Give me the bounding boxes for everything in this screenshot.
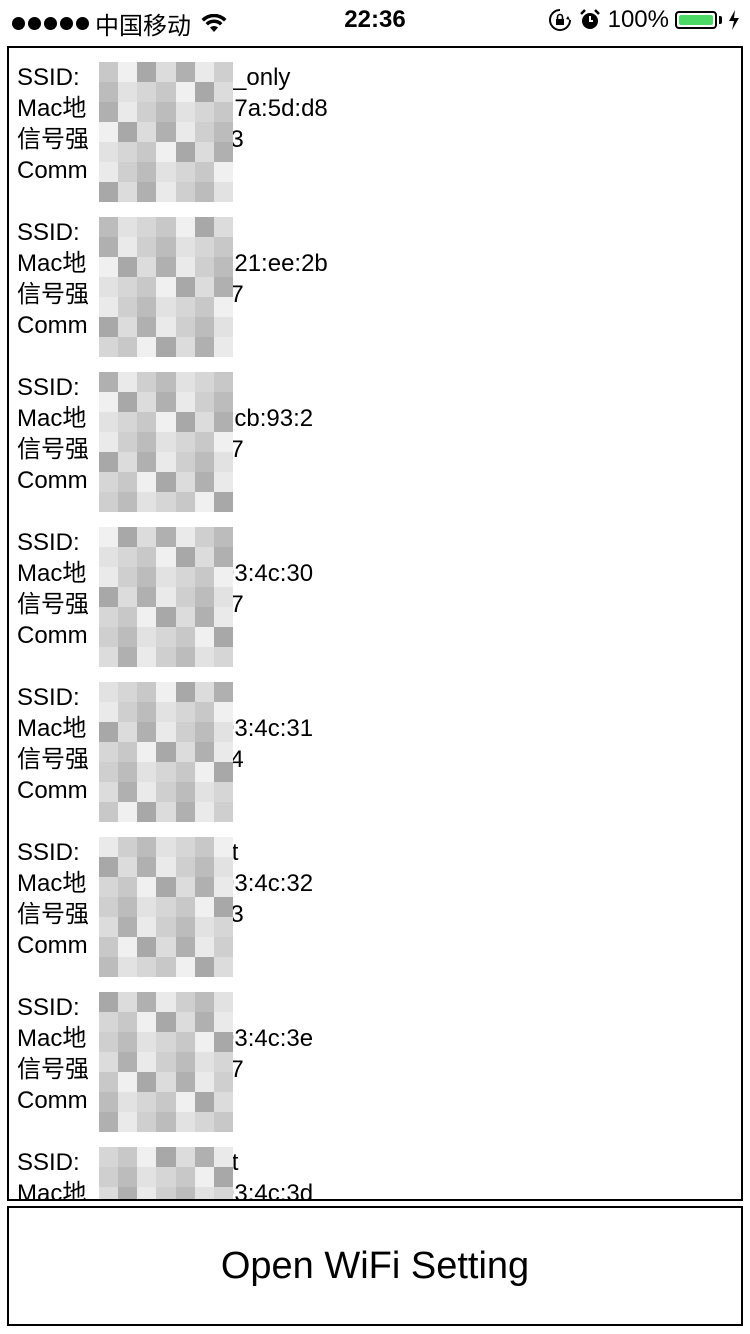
comment-line-label: Comm <box>17 1087 88 1114</box>
signal-line-label: 信号强 <box>17 281 89 308</box>
comment-line-label: Comm <box>17 467 88 494</box>
redaction-mosaic <box>99 527 233 667</box>
wifi-list[interactable]: SSID:5_onlyMac地0:7a:5d:d8信号强43CommSSID:M… <box>7 46 743 1201</box>
mac-line-label: Mac地 <box>17 1180 87 1201</box>
comment-line-label: Comm <box>17 932 88 959</box>
mac-line-label: Mac地 <box>17 870 87 897</box>
battery-percent: 100% <box>607 6 669 33</box>
battery-icon <box>675 11 717 29</box>
redaction-mosaic <box>99 372 233 512</box>
list-item: SSID:stMac地:93:4c:3d <box>17 1147 313 1201</box>
comment-line-label: Comm <box>17 622 88 649</box>
list-item: SSID:5_onlyMac地0:7a:5d:d8信号强43Comm <box>17 62 328 202</box>
comment-line-label: Comm <box>17 777 88 804</box>
ssid-line-label: SSID: <box>17 839 80 866</box>
ssid-line-label: SSID: <box>17 1149 80 1176</box>
mac-line-label: Mac地 <box>17 405 87 432</box>
list-item: SSID:stMac地:93:4c:32信号强33Comm <box>17 837 313 977</box>
comment-line-label: Comm <box>17 157 88 184</box>
open-wifi-setting-button[interactable]: Open WiFi Setting <box>7 1206 743 1326</box>
list-item: SSID:Mac地9:21:ee:2b信号强57Comm <box>17 217 328 357</box>
signal-line-label: 信号强 <box>17 436 89 463</box>
ssid-line-label: SSID: <box>17 994 80 1021</box>
mac-line-label: Mac地 <box>17 95 87 122</box>
ssid-line-label: SSID: <box>17 64 80 91</box>
list-item: SSID:Mac地:93:4c:31信号强84Comm <box>17 682 313 822</box>
redaction-mosaic <box>99 682 233 822</box>
ssid-line-label: SSID: <box>17 374 80 401</box>
mac-line-label: Mac地 <box>17 1025 87 1052</box>
status-right: 100% <box>548 6 740 34</box>
orientation-lock-icon <box>548 9 571 31</box>
battery-nub <box>719 16 722 24</box>
signal-line-label: 信号强 <box>17 901 89 928</box>
charging-icon <box>729 10 739 30</box>
redaction-mosaic <box>99 217 233 357</box>
mac-line-label: Mac地 <box>17 250 87 277</box>
redaction-mosaic <box>99 1147 233 1199</box>
list-item: SSID:Mac地3:cb:93:2信号强37Comm <box>17 372 313 512</box>
ssid-line-label: SSID: <box>17 219 80 246</box>
comment-line-label: Comm <box>17 312 88 339</box>
redaction-mosaic <box>99 62 233 202</box>
redaction-mosaic <box>99 837 233 977</box>
ssid-line-label: SSID: <box>17 684 80 711</box>
alarm-icon <box>579 9 600 29</box>
list-item: SSID:Mac地:93:4c:3e信号强67Comm <box>17 992 313 1132</box>
signal-line-label: 信号强 <box>17 746 89 773</box>
ssid-line-label: SSID: <box>17 529 80 556</box>
mac-line-label: Mac地 <box>17 715 87 742</box>
list-item: SSID:pMac地:93:4c:30信号强37Comm <box>17 527 313 667</box>
status-bar: 中国移动 22:36 100% <box>0 0 750 40</box>
mac-line-label: Mac地 <box>17 560 87 587</box>
signal-line-label: 信号强 <box>17 591 89 618</box>
signal-line-label: 信号强 <box>17 126 89 153</box>
redaction-mosaic <box>99 992 233 1132</box>
signal-line-label: 信号强 <box>17 1056 89 1083</box>
